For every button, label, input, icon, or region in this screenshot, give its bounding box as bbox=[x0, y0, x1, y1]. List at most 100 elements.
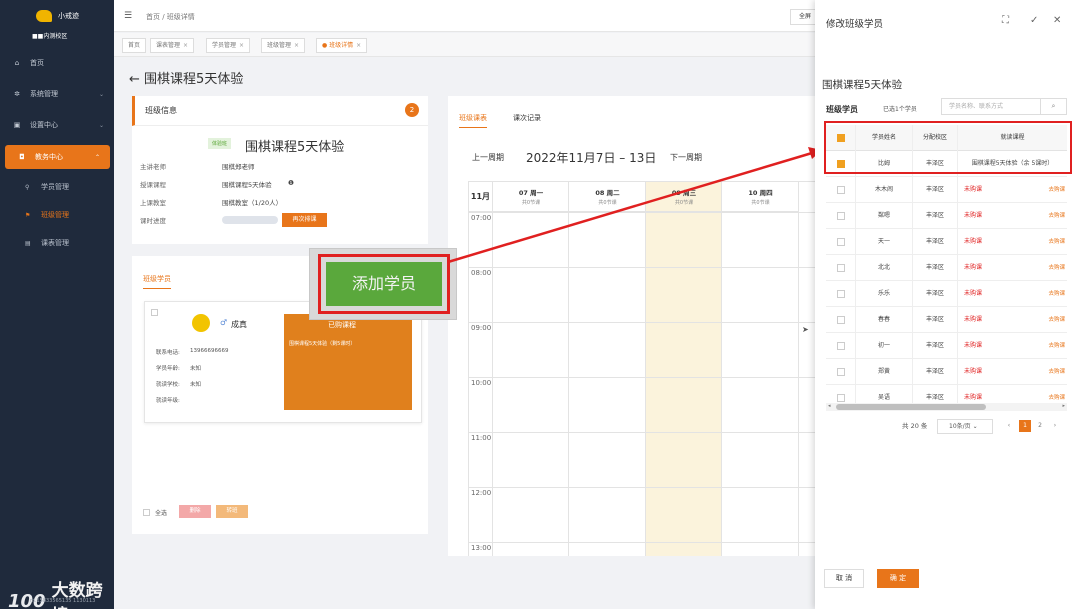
horizontal-scrollbar[interactable]: ◂ ▸ bbox=[826, 403, 1067, 411]
table-row[interactable]: 郑黄 丰泽区 未购课 去购课 bbox=[826, 359, 1067, 385]
close-icon[interactable]: × bbox=[356, 42, 361, 49]
row-checkbox[interactable] bbox=[836, 237, 845, 246]
tab-class-schedule[interactable]: 班级课表 bbox=[459, 113, 487, 128]
checkbox-cell bbox=[826, 203, 856, 229]
tab-class-students[interactable]: 班级学员 bbox=[143, 274, 171, 289]
checkbox-cell bbox=[826, 333, 856, 359]
school-name[interactable]: ■■内测校区 bbox=[32, 31, 67, 40]
close-icon[interactable]: × bbox=[183, 42, 188, 49]
row-checkbox[interactable] bbox=[836, 289, 845, 298]
menu-toggle-icon[interactable]: ☰ bbox=[124, 11, 132, 21]
sidebar-item-settings[interactable]: ▣ 设置中心 ⌄ bbox=[0, 113, 114, 137]
day-header: 07 周一 共0节课 bbox=[493, 182, 569, 212]
class-info-panel: 班级信息 2 体验班 围棋课程5天体验 主讲老师 围棋郑老师 授课课程 围棋课程… bbox=[132, 96, 428, 244]
row-checkbox[interactable] bbox=[836, 315, 845, 324]
brand-phone: m.15833565135 1130113 bbox=[30, 598, 96, 604]
row-checkbox[interactable] bbox=[836, 263, 845, 272]
sidebar-item-system[interactable]: ✲ 系统管理 ⌄ bbox=[0, 82, 114, 106]
buy-course-link[interactable]: 去购课 bbox=[1048, 333, 1065, 359]
tab-timetable[interactable]: 课表管理 × bbox=[150, 38, 195, 53]
next-page-icon[interactable]: › bbox=[1049, 420, 1061, 432]
prev-page-icon[interactable]: ‹ bbox=[1003, 420, 1015, 432]
page-2[interactable]: 2 bbox=[1034, 420, 1046, 432]
row-checkbox[interactable] bbox=[836, 185, 845, 194]
unbought-text: 未购课 bbox=[964, 212, 983, 219]
delete-button[interactable]: 删除 bbox=[179, 505, 211, 518]
hour-label: 11:00 bbox=[471, 434, 492, 442]
student-checkbox[interactable] bbox=[151, 309, 158, 316]
close-icon[interactable]: × bbox=[294, 42, 299, 49]
table-row[interactable]: 北北 丰泽区 未购课 去购课 bbox=[826, 255, 1067, 281]
avatar bbox=[192, 314, 210, 332]
scroll-left-icon[interactable]: ◂ bbox=[828, 403, 831, 409]
total-count: 共 20 条 bbox=[902, 422, 928, 430]
unbought-text: 未购课 bbox=[964, 342, 983, 349]
sidebar-item-education[interactable]: ◘ 教务中心 ⌃ bbox=[5, 145, 110, 169]
check-icon[interactable]: ✓ bbox=[1030, 15, 1038, 26]
edit-icon[interactable]: 2 bbox=[405, 103, 419, 117]
search-input[interactable]: 学员名称、联系方式 bbox=[941, 98, 1041, 115]
close-icon[interactable]: × bbox=[239, 42, 244, 49]
buy-course-link[interactable]: 去购课 bbox=[1048, 203, 1065, 229]
week-title: 2022年11月7日 – 13日 bbox=[526, 151, 657, 165]
scroll-thumb[interactable] bbox=[836, 404, 986, 410]
table-row[interactable]: 春春 丰泽区 未购课 去购课 bbox=[826, 307, 1067, 333]
page-size-select[interactable]: 10条/页 ⌄ bbox=[937, 419, 993, 434]
tab-home[interactable]: 首页 bbox=[122, 38, 147, 53]
close-icon[interactable]: ✕ bbox=[1053, 15, 1061, 26]
confirm-button[interactable]: 确 定 bbox=[877, 569, 919, 588]
course-cell: 未购课 去购课 bbox=[958, 307, 1067, 333]
fullscreen-icon[interactable]: ⛶ bbox=[1002, 15, 1009, 26]
buy-course-link[interactable]: 去购课 bbox=[1048, 229, 1065, 255]
buy-course-link[interactable]: 去购课 bbox=[1048, 281, 1065, 307]
breadcrumb: 首页 / 班级详情 bbox=[146, 13, 195, 21]
sidebar-item-home[interactable]: ⌂ 首页 bbox=[0, 51, 114, 75]
unbought-text: 未购课 bbox=[964, 264, 983, 271]
sidebar-sub-timetable[interactable]: ▤ 课表管理 bbox=[0, 232, 114, 254]
row-checkbox[interactable] bbox=[836, 211, 845, 220]
tab-classes[interactable]: 班级管理 × bbox=[261, 38, 306, 53]
campus-cell: 丰泽区 bbox=[913, 307, 958, 333]
reschedule-button[interactable]: 再次排课 bbox=[282, 213, 327, 227]
table-row[interactable]: 粼嗯 丰泽区 未购课 去购课 bbox=[826, 203, 1067, 229]
grade-label: 就读年级: bbox=[156, 398, 180, 404]
buy-course-link[interactable]: 去购课 bbox=[1048, 307, 1065, 333]
edit-class-students-drawer: 修改班级学员 ⛶ ✓ ✕ 围棋课程5天体验 班级学员 已选1个学员 学员名称、联… bbox=[815, 0, 1080, 609]
info-icon[interactable]: ❶ bbox=[288, 179, 294, 187]
day-date: 10 周四 bbox=[748, 189, 773, 197]
prev-week-button[interactable]: 上一周期 bbox=[472, 152, 504, 163]
row-checkbox[interactable] bbox=[836, 393, 845, 402]
row-checkbox[interactable] bbox=[836, 341, 845, 350]
unbought-text: 未购课 bbox=[964, 316, 983, 323]
add-student-button[interactable]: 添加学员 bbox=[326, 262, 442, 306]
hour-label: 09:00 bbox=[471, 324, 492, 332]
tab-students[interactable]: 学员管理 × bbox=[206, 38, 251, 53]
sidebar-sub-classes[interactable]: ⚑ 班级管理 bbox=[0, 204, 114, 226]
select-all-label: 全选 bbox=[155, 510, 168, 517]
buy-course-link[interactable]: 去购课 bbox=[1048, 255, 1065, 281]
classroom-label: 上课教室 bbox=[140, 199, 166, 207]
student-name-cell: 春春 bbox=[856, 307, 913, 333]
table-row[interactable]: 木木闹 丰泽区 未购课 去购课 bbox=[826, 177, 1067, 203]
page-1[interactable]: 1 bbox=[1019, 420, 1031, 432]
search-icon[interactable]: ⌕ bbox=[1041, 98, 1067, 115]
table-row[interactable]: 乐乐 丰泽区 未购课 去购课 bbox=[826, 281, 1067, 307]
tab-class-detail[interactable]: ● 班级详情 × bbox=[316, 38, 368, 53]
select-all[interactable]: 全选 bbox=[143, 508, 167, 517]
buy-course-link[interactable]: 去购课 bbox=[1048, 359, 1065, 385]
scroll-right-icon[interactable]: ▸ bbox=[1062, 403, 1065, 409]
table-row[interactable]: 初一 丰泽区 未购课 去购课 bbox=[826, 333, 1067, 359]
back-arrow-icon[interactable]: ← bbox=[129, 72, 140, 87]
unbought-text: 未购课 bbox=[964, 238, 983, 245]
checkbox-cell bbox=[826, 255, 856, 281]
page-size-value: 10条/页 bbox=[949, 423, 971, 430]
select-all-checkbox[interactable] bbox=[143, 509, 150, 516]
transfer-button[interactable]: 转班 bbox=[216, 505, 248, 518]
cancel-button[interactable]: 取 消 bbox=[824, 569, 864, 588]
tab-lesson-records[interactable]: 课次记录 bbox=[513, 113, 541, 123]
table-row[interactable]: 天一 丰泽区 未购课 去购课 bbox=[826, 229, 1067, 255]
sidebar-sub-students[interactable]: ⚲ 学员管理 bbox=[0, 176, 114, 198]
next-week-button[interactable]: 下一周期 bbox=[670, 152, 702, 163]
row-checkbox[interactable] bbox=[836, 367, 845, 376]
buy-course-link[interactable]: 去购课 bbox=[1048, 177, 1065, 203]
